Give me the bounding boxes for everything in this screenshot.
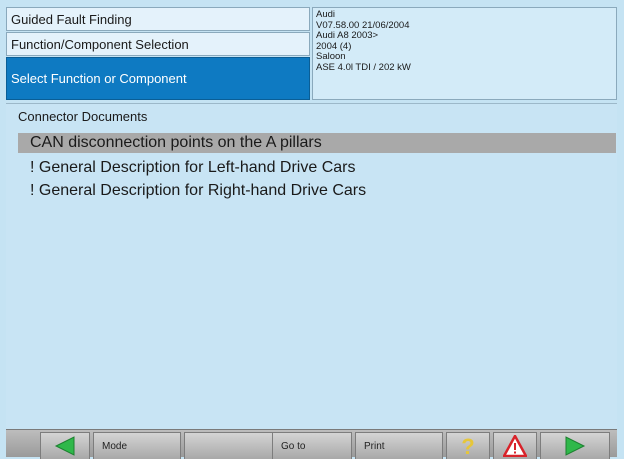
warning-icon [503, 435, 527, 457]
print-button-label: Print [364, 441, 385, 452]
nav-select-function-or-component[interactable]: Select Function or Component [6, 57, 310, 100]
list-item-label: ! General Description for Right-hand Dri… [30, 182, 367, 199]
list-item-label: ! General Description for Left-hand Driv… [30, 159, 356, 176]
goto-spacer [184, 432, 278, 459]
vehicle-info-panel: Audi V07.58.00 21/06/2004 Audi A8 2003> … [312, 7, 617, 100]
back-arrow-icon [54, 436, 75, 456]
nav-level-3-label: Select Function or Component [11, 71, 187, 86]
vehicle-body: Saloon [316, 51, 346, 62]
goto-button[interactable]: Go to [272, 432, 352, 459]
mode-button-label: Mode [102, 441, 128, 452]
back-button[interactable] [40, 432, 90, 459]
svg-text:?: ? [461, 435, 474, 457]
nav-level-1-label: Guided Fault Finding [11, 11, 132, 27]
nav-level-2-label: Function/Component Selection [11, 36, 189, 52]
forward-arrow-icon [565, 436, 586, 456]
print-button[interactable]: Print [355, 432, 443, 459]
list-item[interactable]: ! General Description for Left-hand Driv… [18, 158, 355, 178]
vehicle-model: Audi A8 2003> [316, 30, 379, 41]
nav-guided-fault-finding[interactable]: Guided Fault Finding [6, 7, 310, 31]
list-item-label: CAN disconnection points on the A pillar… [30, 134, 322, 151]
help-icon: ? [461, 435, 474, 457]
nav-function-component-selection[interactable]: Function/Component Selection [6, 32, 310, 56]
forward-button[interactable] [540, 432, 610, 459]
vehicle-engine: ASE 4.0l TDI / 202 kW [316, 61, 411, 73]
goto-button-label: Go to [281, 441, 306, 452]
mode-button[interactable]: Mode [93, 432, 181, 459]
help-button[interactable]: ? [446, 432, 490, 459]
list-item[interactable]: CAN disconnection points on the A pillar… [18, 133, 616, 153]
section-title: Connector Documents [18, 109, 148, 124]
vehicle-make: Audi [316, 9, 336, 20]
list-item[interactable]: ! General Description for Right-hand Dri… [18, 181, 366, 201]
warning-button[interactable] [493, 432, 537, 459]
vehicle-year: 2004 (4) [316, 40, 352, 52]
